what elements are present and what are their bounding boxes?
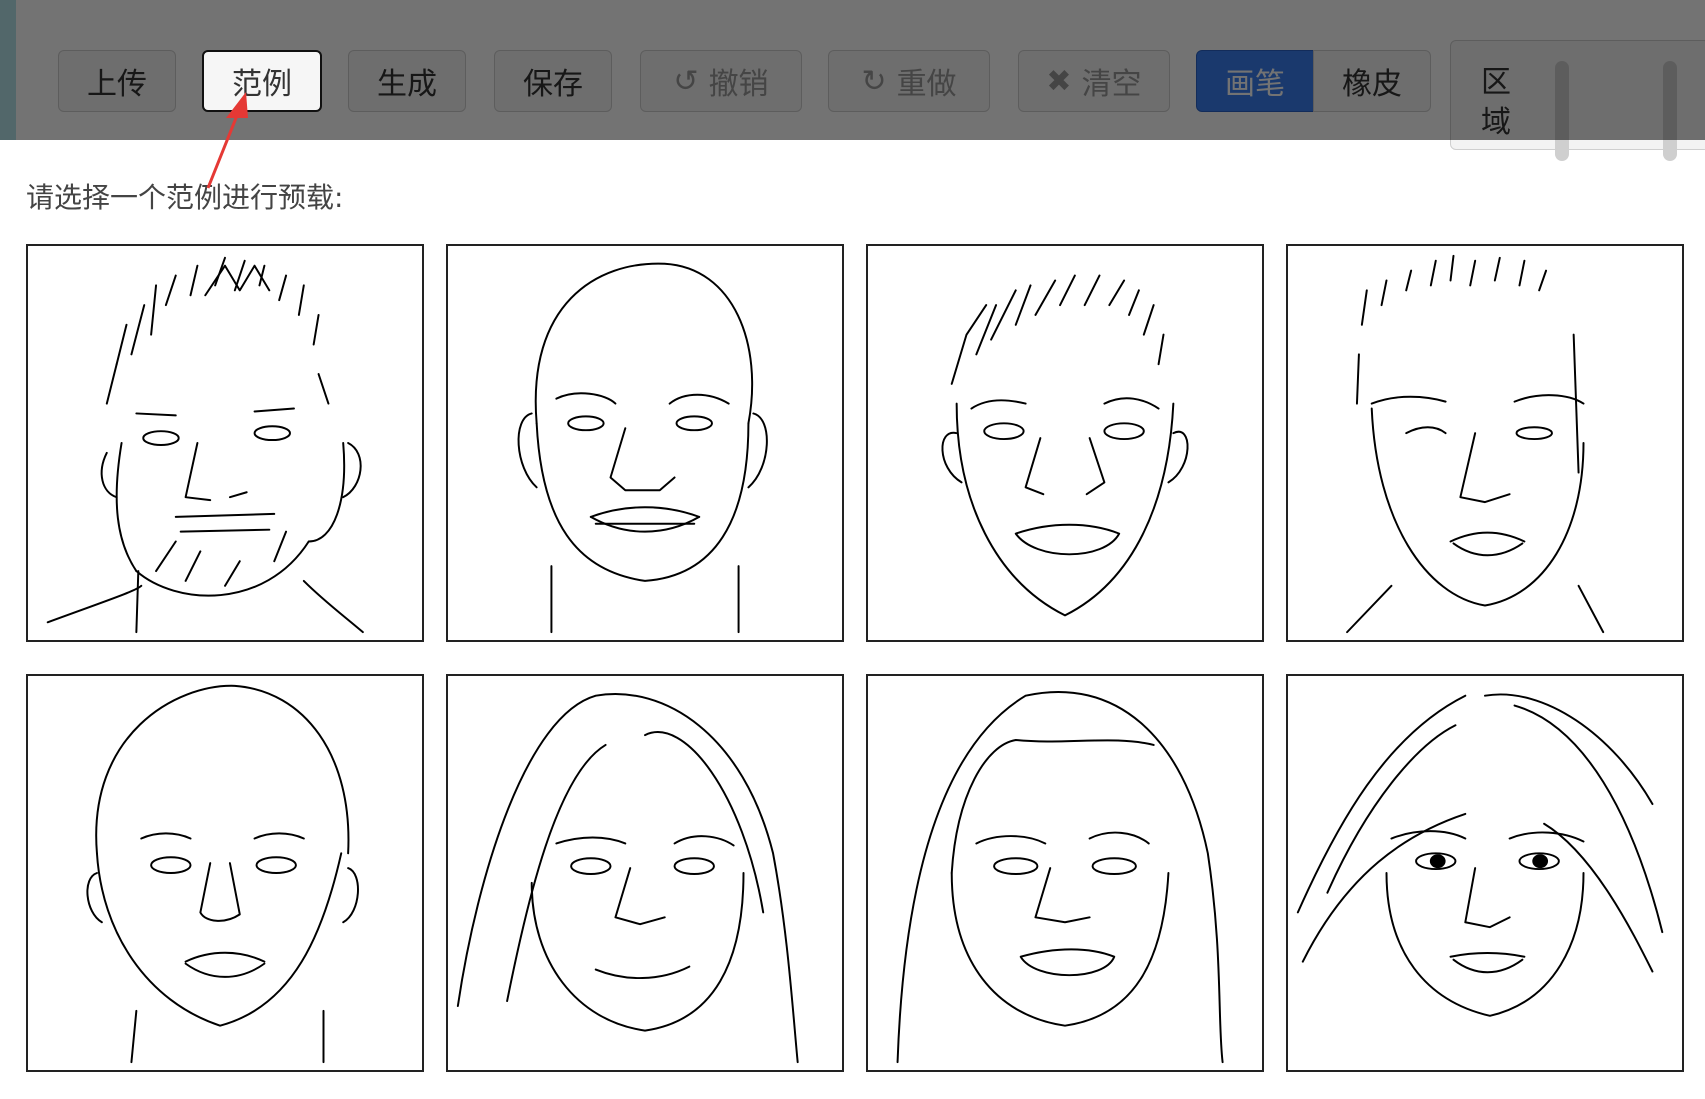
example-button-label: 范例: [232, 67, 292, 102]
upload-button-label: 上传: [87, 67, 147, 102]
example-sketch-3[interactable]: [866, 244, 1264, 642]
redo-button[interactable]: ↻ 重做: [828, 50, 990, 112]
face-sketch-icon: [1296, 693, 1664, 1017]
face-sketch-icon: [86, 684, 359, 1064]
redo-icon: ↻: [861, 63, 887, 99]
upload-button[interactable]: 上传: [58, 50, 176, 112]
save-button[interactable]: 保存: [494, 50, 612, 112]
toolbar: 上传 范例 生成 保存 ↺ 撤销 ↻ 重做 ✖ 清空 画笔 橡皮 区域: [0, 0, 1705, 161]
redo-button-label: 重做: [896, 67, 957, 102]
region-control[interactable]: 区域: [1450, 40, 1705, 161]
close-icon: ✖: [1046, 63, 1072, 99]
region-slider-track[interactable]: [1555, 61, 1569, 161]
example-sketch-8[interactable]: [1286, 674, 1684, 1072]
example-sketch-1[interactable]: [26, 244, 424, 642]
example-prompt: 请选择一个范例进行预载:: [26, 181, 344, 214]
pen-toggle-label: 画笔: [1225, 67, 1285, 102]
example-sketch-6[interactable]: [446, 674, 844, 1072]
generate-button-label: 生成: [377, 67, 437, 102]
example-sketch-5[interactable]: [26, 674, 424, 1072]
example-button[interactable]: 范例: [202, 50, 322, 112]
pen-toggle[interactable]: 画笔: [1196, 50, 1314, 112]
face-sketch-icon: [941, 274, 1189, 617]
face-sketch-icon: [456, 693, 799, 1064]
face-sketch-icon: [517, 262, 768, 634]
face-sketch-icon: [46, 256, 364, 634]
generate-button[interactable]: 生成: [348, 50, 466, 112]
clear-button-label: 清空: [1081, 67, 1142, 102]
face-sketch-icon: [1346, 254, 1605, 634]
example-sketch-4[interactable]: [1286, 244, 1684, 642]
eraser-toggle-label: 橡皮: [1342, 67, 1402, 102]
sidebar-edge: [0, 0, 16, 140]
save-button-label: 保存: [523, 67, 583, 102]
undo-button[interactable]: ↺ 撤销: [640, 50, 802, 112]
clear-button[interactable]: ✖ 清空: [1018, 50, 1170, 112]
example-sketch-7[interactable]: [866, 674, 1264, 1072]
app-window: 上传 范例 生成 保存 ↺ 撤销 ↻ 重做 ✖ 清空 画笔 橡皮 区域 请选择一…: [0, 0, 1705, 1099]
region-slider-track-2[interactable]: [1663, 61, 1677, 161]
undo-button-label: 撤销: [708, 67, 769, 102]
region-label: 区域: [1481, 65, 1511, 140]
undo-icon: ↺: [673, 63, 699, 99]
face-sketch-icon: [896, 691, 1224, 1064]
eraser-toggle[interactable]: 橡皮: [1313, 50, 1431, 112]
example-sketch-2[interactable]: [446, 244, 844, 642]
